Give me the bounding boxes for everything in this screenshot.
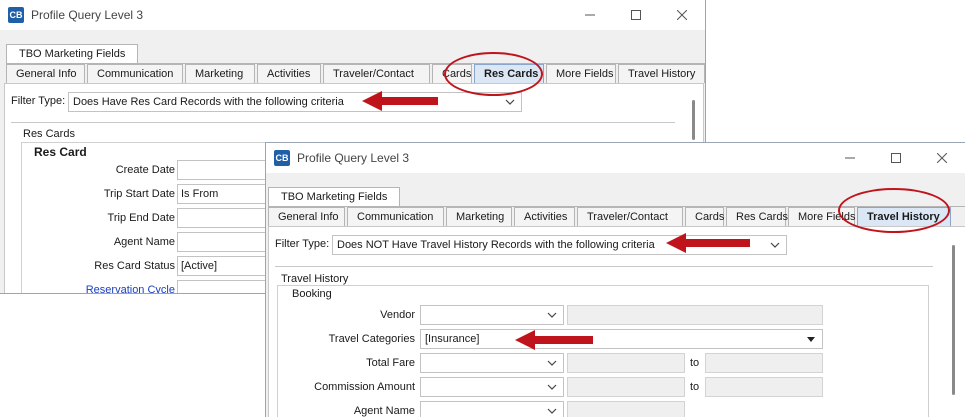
travel-categories-select[interactable]: [Insurance] <box>420 329 823 349</box>
vendor-label: Vendor <box>380 309 415 321</box>
chevron-down-icon <box>770 242 780 248</box>
travel-categories-label: Travel Categories <box>328 333 415 345</box>
section-label: Res Cards <box>23 128 75 140</box>
filter-type-label: Filter Type: <box>275 238 330 250</box>
tab-tbo-marketing-fields[interactable]: TBO Marketing Fields <box>6 44 139 63</box>
app-icon: CB <box>274 150 290 166</box>
trip-end-date-field[interactable] <box>177 208 277 228</box>
commission-amount-label: Commission Amount <box>314 381 415 393</box>
chevron-down-icon <box>547 384 557 390</box>
vendor-select[interactable] <box>420 305 564 325</box>
total-fare-to-label: to <box>690 357 700 369</box>
tab-marketing[interactable]: Marketing <box>446 207 512 226</box>
filter-type-select[interactable]: Does Have Res Card Records with the foll… <box>68 92 522 112</box>
filter-type-select[interactable]: Does NOT Have Travel History Records wit… <box>332 235 787 255</box>
create-date-field[interactable] <box>177 160 277 180</box>
chevron-down-icon <box>505 99 515 105</box>
total-fare-from-field[interactable] <box>567 353 685 373</box>
reservation-cycle-label[interactable]: Reservation Cycle <box>65 284 175 293</box>
chevron-down-icon <box>547 408 557 414</box>
agent-name-detail-field <box>567 401 685 417</box>
tab-tbo-marketing-fields[interactable]: TBO Marketing Fields <box>268 187 401 206</box>
travel-categories-value: [Insurance] <box>425 333 480 345</box>
agent-name-select[interactable] <box>420 401 564 417</box>
commission-amount-from-field[interactable] <box>567 377 685 397</box>
close-icon[interactable] <box>659 0 705 30</box>
window-title: Profile Query Level 3 <box>297 151 410 165</box>
tab-cards[interactable]: Cards <box>432 64 472 83</box>
front-body: TBO Marketing Fields General Info Commun… <box>266 173 965 417</box>
group-title: Booking <box>292 288 332 300</box>
tab-general-info[interactable]: General Info <box>268 207 345 226</box>
tab-res-cards[interactable]: Res Cards <box>474 64 544 83</box>
minimize-icon[interactable] <box>827 143 873 173</box>
chevron-down-icon <box>547 360 557 366</box>
window-title: Profile Query Level 3 <box>31 8 144 22</box>
filter-type-value: Does NOT Have Travel History Records wit… <box>337 239 655 251</box>
total-fare-label: Total Fare <box>366 357 415 369</box>
tab-marketing[interactable]: Marketing <box>185 64 255 83</box>
tab-more-fields[interactable]: More Fields <box>788 207 855 226</box>
tab-cards[interactable]: Cards <box>685 207 724 226</box>
vertical-scrollbar[interactable] <box>952 245 955 395</box>
tab-general-info[interactable]: General Info <box>6 64 85 83</box>
dropdown-arrow-icon <box>807 337 815 342</box>
tab-traveler-contact[interactable]: Traveler/Contact <box>323 64 430 83</box>
commission-amount-to-label: to <box>690 381 700 393</box>
commission-amount-to-field[interactable] <box>705 377 823 397</box>
agent-name-label: Agent Name <box>113 236 175 248</box>
reservation-cycle-field[interactable] <box>177 280 277 293</box>
section-label: Travel History <box>281 273 349 285</box>
close-icon[interactable] <box>919 143 965 173</box>
agent-name-label: Agent Name <box>353 405 415 417</box>
filter-type-label: Filter Type: <box>11 95 66 107</box>
app-icon: CB <box>8 7 24 23</box>
tab-travel-history[interactable]: Travel History <box>618 64 705 83</box>
minimize-icon[interactable] <box>567 0 613 30</box>
trip-start-date-label: Trip Start Date <box>103 188 175 200</box>
front-content-panel: Filter Type: Does NOT Have Travel Histor… <box>268 226 965 417</box>
maximize-icon[interactable] <box>613 0 659 30</box>
front-titlebar: CB Profile Query Level 3 <box>266 143 965 173</box>
commission-amount-operator-select[interactable] <box>420 377 564 397</box>
chevron-down-icon <box>547 312 557 318</box>
res-card-status-field[interactable]: [Active] <box>177 256 277 276</box>
tab-res-cards[interactable]: Res Cards <box>726 207 788 226</box>
vertical-scrollbar[interactable] <box>692 100 695 140</box>
agent-name-field[interactable] <box>177 232 277 252</box>
group-title: Res Card <box>34 145 87 159</box>
filter-type-value: Does Have Res Card Records with the foll… <box>73 96 344 108</box>
tab-communication[interactable]: Communication <box>347 207 444 226</box>
vendor-detail-field <box>567 305 823 325</box>
tab-activities[interactable]: Activities <box>514 207 575 226</box>
maximize-icon[interactable] <box>873 143 919 173</box>
create-date-label: Create Date <box>115 164 175 176</box>
trip-start-date-field[interactable]: Is From <box>177 184 277 204</box>
res-card-status-label: Res Card Status <box>94 260 175 272</box>
total-fare-to-field[interactable] <box>705 353 823 373</box>
total-fare-operator-select[interactable] <box>420 353 564 373</box>
tab-more-fields[interactable]: More Fields <box>546 64 616 83</box>
back-titlebar: CB Profile Query Level 3 <box>0 0 705 30</box>
tab-communication[interactable]: Communication <box>87 64 183 83</box>
tab-travel-history[interactable]: Travel History <box>857 207 951 226</box>
front-window: CB Profile Query Level 3 TBO Marketing F… <box>265 142 965 417</box>
tab-activities[interactable]: Activities <box>257 64 321 83</box>
trip-end-date-label: Trip End Date <box>107 212 175 224</box>
tab-traveler-contact[interactable]: Traveler/Contact <box>577 207 683 226</box>
